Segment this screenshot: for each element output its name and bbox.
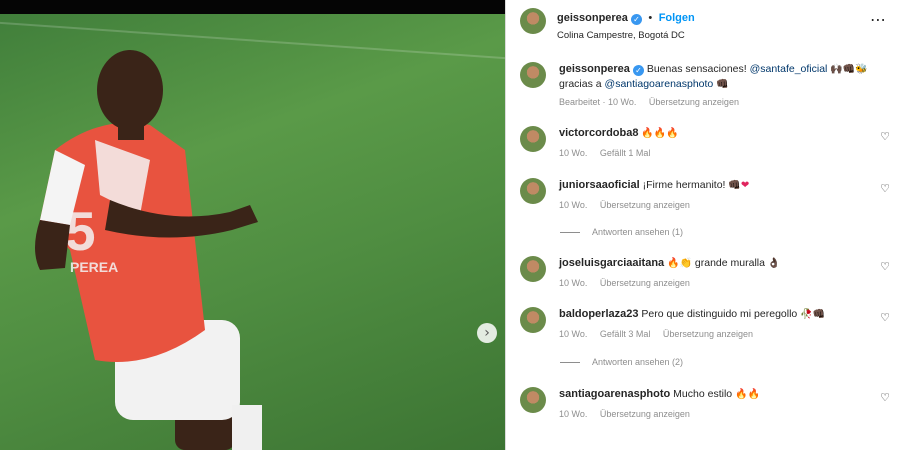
like-heart-icon[interactable]: ♡: [880, 391, 890, 404]
comment-item: juniorsaaoficial ¡Firme hermanito! 👊🏿❤ 1…: [520, 178, 890, 218]
separator-dot: •: [648, 12, 653, 24]
caption-text-2: gracias a: [559, 78, 602, 90]
comment-emoji: 👌🏿: [767, 258, 781, 269]
header-username[interactable]: geissonperea: [557, 12, 628, 24]
translate-link[interactable]: Übersetzung anzeigen: [600, 409, 690, 419]
caption-username[interactable]: geissonperea: [559, 63, 630, 75]
translate-link[interactable]: Übersetzung anzeigen: [600, 200, 690, 210]
avatar[interactable]: [520, 62, 546, 88]
like-heart-icon[interactable]: ♡: [880, 130, 890, 143]
likes-count[interactable]: Gefällt 1 Mal: [600, 148, 651, 158]
comment-emoji: 🔥🔥🔥: [641, 128, 679, 139]
caption-text: Buenas sensaciones!: [646, 63, 747, 75]
comment-username[interactable]: juniorsaaoficial: [559, 179, 640, 191]
next-image-button[interactable]: ›: [477, 323, 497, 343]
comment-item: victorcordoba8 🔥🔥🔥 10 Wo. Gefällt 1 Mal …: [520, 126, 890, 166]
caption-emoji: 🙌🏿👊🏿🐝: [830, 64, 868, 75]
comment-time[interactable]: 10 Wo.: [559, 278, 587, 288]
view-replies-button[interactable]: Antworten ansehen (2): [560, 357, 683, 367]
comment-item: joseluisgarciaaitana 🔥👏 grande muralla 👌…: [520, 256, 890, 296]
like-heart-icon[interactable]: ♡: [880, 182, 890, 195]
caption: geissonperea ✓ Buenas sensaciones! @santa…: [520, 62, 890, 112]
comment-item: baldoperlaza23 Pero que distinguido mi p…: [520, 307, 890, 347]
avatar[interactable]: [520, 307, 546, 333]
comment-username[interactable]: baldoperlaza23: [559, 308, 638, 320]
location-link[interactable]: Colina Campestre, Bogotá DC: [557, 30, 695, 41]
comment-username[interactable]: santiagoarenasphoto: [559, 388, 670, 400]
comment-time[interactable]: 10 Wo.: [559, 200, 587, 210]
edited-timestamp: Bearbeitet · 10 Wo.: [559, 97, 637, 107]
comment-time[interactable]: 10 Wo.: [559, 329, 587, 339]
comment-username[interactable]: joseluisgarciaaitana: [559, 257, 664, 269]
mention-link[interactable]: @santafe_oficial: [750, 63, 828, 75]
comment-text: Mucho estilo: [673, 388, 733, 400]
avatar[interactable]: [520, 256, 546, 282]
like-heart-icon[interactable]: ♡: [880, 311, 890, 324]
comment-time[interactable]: 10 Wo.: [559, 409, 587, 419]
svg-text:PEREA: PEREA: [70, 259, 118, 275]
post-photo[interactable]: 5 PEREA ›: [0, 0, 505, 450]
avatar[interactable]: [520, 178, 546, 204]
comment-text: grande muralla: [694, 257, 765, 269]
svg-text:5: 5: [65, 200, 96, 262]
mention-link-2[interactable]: @santiagoarenasphoto: [605, 78, 714, 90]
translate-link[interactable]: Übersetzung anzeigen: [649, 97, 739, 107]
avatar[interactable]: [520, 8, 546, 34]
avatar[interactable]: [520, 126, 546, 152]
post-header: geissonperea ✓ • Folgen Colina Campestre,…: [506, 0, 900, 46]
avatar[interactable]: [520, 387, 546, 413]
more-options-icon[interactable]: ⋯: [870, 10, 887, 29]
likes-count[interactable]: Gefällt 3 Mal: [600, 329, 651, 339]
comment-time[interactable]: 10 Wo.: [559, 148, 587, 158]
like-heart-icon[interactable]: ♡: [880, 260, 890, 273]
follow-button[interactable]: Folgen: [659, 12, 695, 24]
comment-text: Pero que distinguido mi peregollo: [641, 308, 798, 320]
comment-emoji: 🔥🔥: [735, 389, 760, 400]
verified-icon: ✓: [630, 14, 642, 25]
replies-divider: [560, 232, 580, 234]
comment-emoji: 👊🏿❤: [728, 180, 750, 191]
view-replies-label: Antworten ansehen (2): [592, 357, 684, 367]
comment-emoji-before: 🔥👏: [667, 258, 692, 269]
view-replies-label: Antworten ansehen (1): [592, 227, 684, 237]
verified-icon: ✓: [632, 65, 644, 76]
translate-link[interactable]: Übersetzung anzeigen: [663, 329, 753, 339]
comment-username[interactable]: victorcordoba8: [559, 127, 638, 139]
post-sidebar: geissonperea ✓ • Folgen Colina Campestre,…: [505, 0, 900, 450]
caption-emoji-2: 👊🏿: [716, 79, 729, 90]
player-figure: 5 PEREA: [35, 50, 262, 450]
translate-link[interactable]: Übersetzung anzeigen: [600, 278, 690, 288]
replies-divider: [560, 362, 580, 364]
comment-item: santiagoarenasphoto Mucho estilo 🔥🔥 10 W…: [520, 387, 890, 427]
comment-text: ¡Firme hermanito!: [642, 179, 726, 191]
view-replies-button[interactable]: Antworten ansehen (1): [560, 227, 683, 237]
comment-emoji: 🥀👊🏿: [800, 309, 826, 320]
